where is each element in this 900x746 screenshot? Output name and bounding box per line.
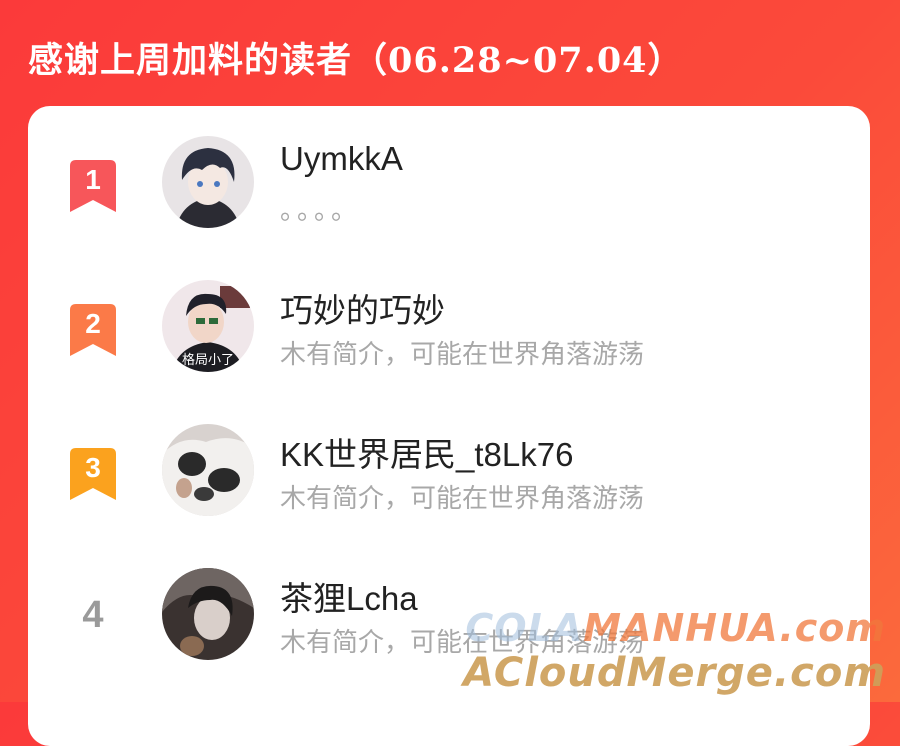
- rank-number: 4: [82, 594, 104, 636]
- reader-name[interactable]: 巧妙的巧妙: [280, 284, 445, 332]
- watermark-line-1-prefix: COLA: [465, 606, 584, 650]
- avatar[interactable]: [162, 568, 254, 660]
- reader-row-3[interactable]: 3 KK世界居民_t8Lk76 木有简介，可能在世界角落游荡: [28, 424, 870, 544]
- reader-name[interactable]: 茶狸Lcha: [280, 572, 418, 620]
- avatar[interactable]: [162, 424, 254, 516]
- rank-number: 2: [85, 308, 101, 339]
- date-range: （06.28~07.04）: [352, 40, 684, 81]
- reader-name[interactable]: KK世界居民_t8Lk76: [280, 428, 573, 476]
- avatar-caption: 格局小了: [182, 352, 234, 368]
- rank-number: 3: [85, 452, 101, 483]
- watermark-line-1-suffix: MANHUA.com: [583, 606, 886, 650]
- reader-row-2[interactable]: 2 格局小了 巧妙的巧妙 木有简介，可能在世界角落游荡: [28, 280, 870, 400]
- title-text: 感谢上周加料的读者: [28, 41, 353, 81]
- avatar[interactable]: [162, 136, 254, 228]
- watermark-line-1: COLAMANHUA.com: [465, 606, 886, 650]
- page-title: 感谢上周加料的读者（06.28~07.04）: [28, 32, 684, 83]
- rank-badge-2: 2: [68, 304, 118, 356]
- avatar[interactable]: 格局小了: [162, 280, 254, 372]
- reader-name[interactable]: UymkkA: [280, 140, 403, 178]
- reader-bio: 。。。。: [280, 196, 362, 226]
- rank-number: 1: [85, 164, 101, 195]
- reader-bio: 木有简介，可能在世界角落游荡: [280, 340, 645, 370]
- watermark-line-2: ACloudMerge.com: [463, 650, 886, 696]
- reader-bio: 木有简介，可能在世界角落游荡: [280, 484, 645, 514]
- rank-badge-1: 1: [68, 160, 118, 212]
- reader-row-1[interactable]: 1 UymkkA 。。。。: [28, 136, 870, 256]
- rank-badge-3: 3: [68, 448, 118, 500]
